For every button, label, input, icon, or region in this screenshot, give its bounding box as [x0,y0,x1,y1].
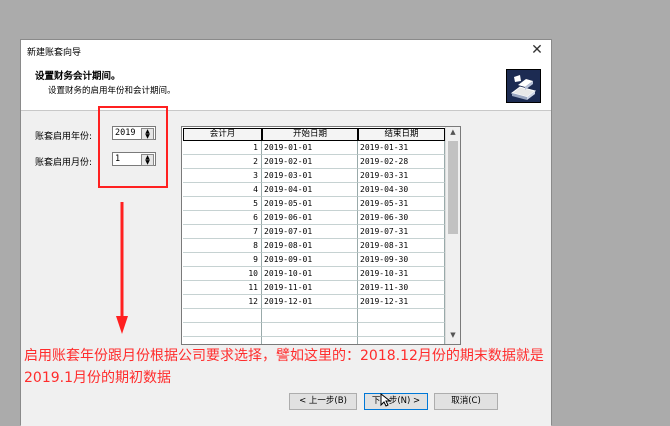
period-cell[interactable]: 4 [183,183,262,197]
start-date-cell[interactable]: 2019-03-01 [262,169,358,183]
start-date-cell[interactable]: 2019-06-01 [262,211,358,225]
end-date-cell[interactable]: 2019-11-30 [358,281,445,295]
next-button[interactable]: 下一步(N) > [364,393,428,410]
month-label: 账套启用月份: [35,158,93,168]
end-date-cell[interactable]: 2019-07-31 [358,225,445,239]
end-date-cell[interactable]: 2019-10-31 [358,267,445,281]
period-cell[interactable]: 3 [183,169,262,183]
periods-table[interactable]: 会计月 开始日期 结束日期 1 2019-01-01 2019-01-31 2 2019… [181,126,461,345]
table-row[interactable]: 5 2019-05-01 2019-05-31 [183,197,445,211]
end-date-cell[interactable]: 2019-04-30 [358,183,445,197]
empty-table-row [183,309,445,323]
start-date-cell[interactable]: 2019-11-01 [262,281,358,295]
period-cell[interactable]: 2 [183,155,262,169]
table-row[interactable]: 9 2019-09-01 2019-09-30 [183,253,445,267]
table-row[interactable]: 3 2019-03-01 2019-03-31 [183,169,445,183]
table-row[interactable]: 12 2019-12-01 2019-12-31 [183,295,445,309]
step-subtitle: 设置财务的启用年份和会计期间。 [48,86,176,96]
period-cell[interactable]: 1 [183,141,262,155]
start-date-cell[interactable]: 2019-04-01 [262,183,358,197]
end-date-cell[interactable]: 2019-06-30 [358,211,445,225]
start-date-cell[interactable]: 2019-08-01 [262,239,358,253]
empty-cell [262,309,358,323]
period-cell[interactable]: 5 [183,197,262,211]
new-account-wizard-dialog: 新建账套向导 ✕ 设置财务会计期间。 设置财务的启用年份和会计期间。 账套启用年… [20,39,552,426]
empty-cell [183,309,262,323]
table-row[interactable]: 6 2019-06-01 2019-06-30 [183,211,445,225]
start-date-cell[interactable]: 2019-12-01 [262,295,358,309]
cancel-button[interactable]: 取消(C) [434,393,498,410]
start-date-cell[interactable]: 2019-09-01 [262,253,358,267]
period-cell[interactable]: 11 [183,281,262,295]
empty-cell [358,323,445,337]
annotation-line-1: 启用账套年份跟月份根据公司要求选择，譬如这里的：2018.12月份的期末数据就是 [24,348,544,364]
empty-cell [183,323,262,337]
mouse-cursor-icon [380,393,392,407]
table-row[interactable]: 11 2019-11-01 2019-11-30 [183,281,445,295]
end-date-cell[interactable]: 2019-05-31 [358,197,445,211]
close-icon[interactable]: ✕ [529,42,545,58]
scroll-thumb[interactable] [448,141,458,234]
empty-table-row [183,337,445,344]
column-header-end[interactable]: 结束日期 [358,128,445,141]
end-date-cell[interactable]: 2019-09-30 [358,253,445,267]
red-arrow-icon [116,202,128,334]
empty-cell [358,309,445,323]
highlight-box [98,106,168,188]
empty-cell [183,337,262,344]
empty-cell [262,337,358,344]
period-cell[interactable]: 9 [183,253,262,267]
table-row[interactable]: 7 2019-07-01 2019-07-31 [183,225,445,239]
prev-button[interactable]: < 上一步(B) [289,393,357,410]
end-date-cell[interactable]: 2019-01-31 [358,141,445,155]
start-date-cell[interactable]: 2019-07-01 [262,225,358,239]
column-header-start[interactable]: 开始日期 [262,128,358,141]
period-cell[interactable]: 12 [183,295,262,309]
wizard-logo-icon [506,69,541,103]
start-date-cell[interactable]: 2019-05-01 [262,197,358,211]
scroll-down-icon[interactable]: ▼ [446,331,460,343]
period-cell[interactable]: 10 [183,267,262,281]
year-label: 账套启用年份: [35,132,93,142]
period-cell[interactable]: 8 [183,239,262,253]
period-cell[interactable]: 6 [183,211,262,225]
end-date-cell[interactable]: 2019-08-31 [358,239,445,253]
empty-cell [262,323,358,337]
column-header-period[interactable]: 会计月 [183,128,262,141]
table-row[interactable]: 8 2019-08-01 2019-08-31 [183,239,445,253]
wizard-header: 设置财务会计期间。 设置财务的启用年份和会计期间。 [21,62,551,111]
empty-table-row [183,323,445,337]
table-scrollbar[interactable]: ▲ ▼ [445,127,460,344]
empty-cell [358,337,445,344]
start-date-cell[interactable]: 2019-02-01 [262,155,358,169]
table-row[interactable]: 2 2019-02-01 2019-02-28 [183,155,445,169]
end-date-cell[interactable]: 2019-03-31 [358,169,445,183]
annotation-line-2: 2019.1月份的期初数据 [24,370,171,386]
step-title: 设置财务会计期间。 [35,71,121,82]
start-date-cell[interactable]: 2019-10-01 [262,267,358,281]
table-row[interactable]: 10 2019-10-01 2019-10-31 [183,267,445,281]
period-cell[interactable]: 7 [183,225,262,239]
start-date-cell[interactable]: 2019-01-01 [262,141,358,155]
window-title: 新建账套向导 [27,48,82,58]
table-row[interactable]: 4 2019-04-01 2019-04-30 [183,183,445,197]
end-date-cell[interactable]: 2019-12-31 [358,295,445,309]
title-bar: 新建账套向导 ✕ [21,40,551,62]
scroll-up-icon[interactable]: ▲ [446,128,460,140]
table-row[interactable]: 1 2019-01-01 2019-01-31 [183,141,445,155]
end-date-cell[interactable]: 2019-02-28 [358,155,445,169]
